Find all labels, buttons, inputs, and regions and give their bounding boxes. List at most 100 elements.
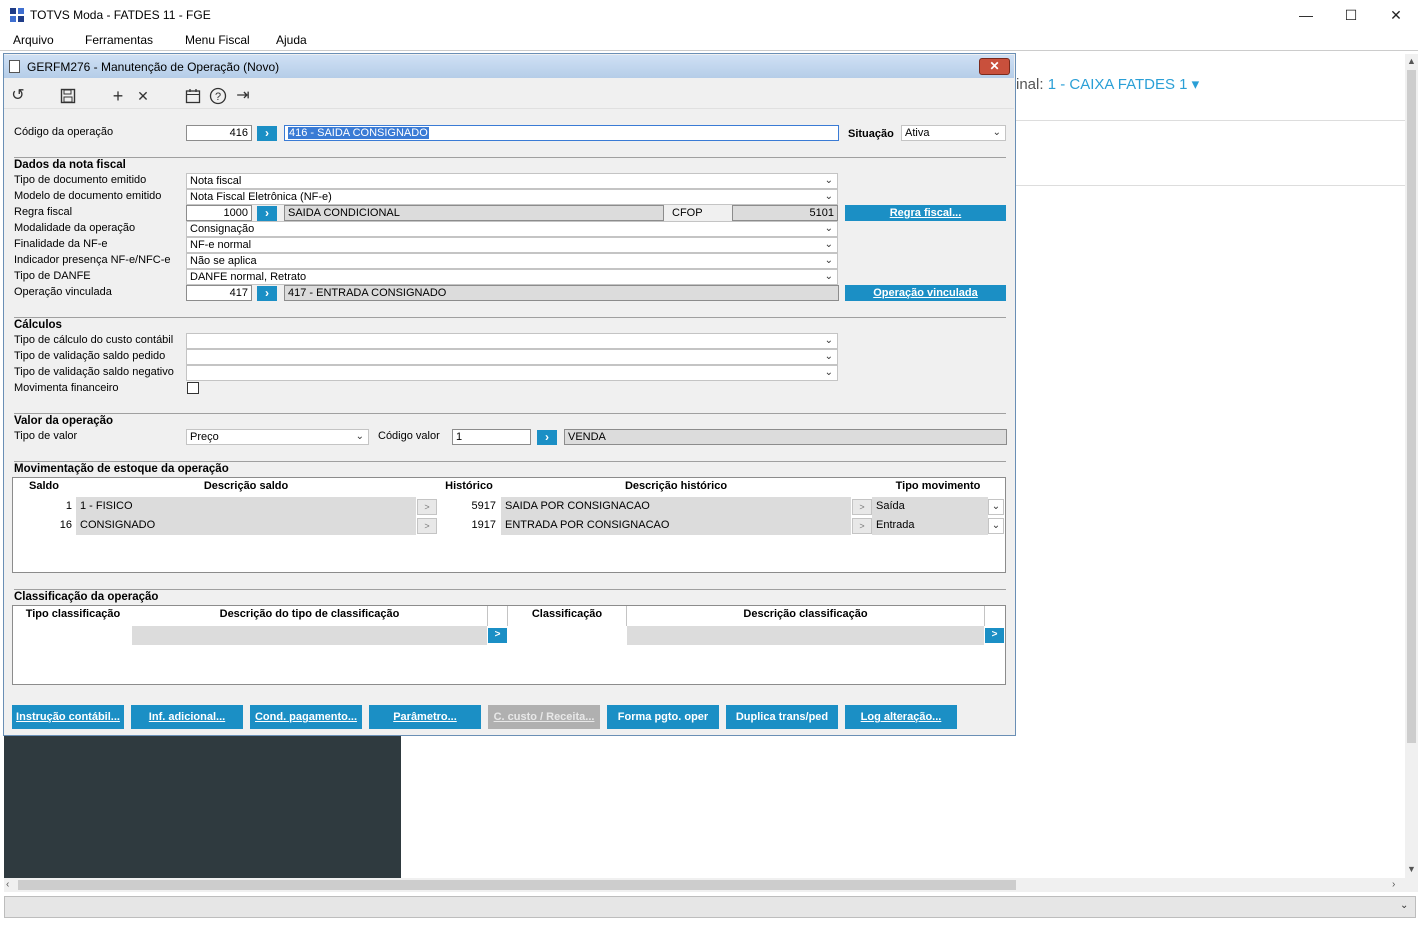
- dark-panel: [4, 735, 401, 878]
- section-divider: [14, 317, 1006, 318]
- tipo-valor-label: Tipo de valor: [14, 430, 78, 442]
- tipo-documento-select[interactable]: Nota fiscal ⌄: [186, 173, 838, 189]
- scroll-left-icon[interactable]: ‹: [6, 879, 9, 890]
- finalidade-select[interactable]: NF-e normal ⌄: [186, 237, 838, 253]
- exit-icon[interactable]: ⇥: [233, 86, 253, 106]
- scroll-up-icon[interactable]: ▲: [1407, 56, 1416, 66]
- finalidade-label: Finalidade da NF-e: [14, 238, 108, 250]
- menu-arquivo[interactable]: Arquivo: [13, 33, 54, 47]
- operacao-vinculada-lookup-button[interactable]: ›: [257, 286, 277, 301]
- cell-descricao-classificacao: [627, 626, 984, 645]
- codigo-operacao-lookup-button[interactable]: ›: [257, 126, 277, 141]
- modelo-documento-select[interactable]: Nota Fiscal Eletrônica (NF-e) ⌄: [186, 189, 838, 205]
- saldo-pedido-select[interactable]: ⌄: [186, 349, 838, 365]
- col-descricao-classificacao: Descrição classificação: [743, 608, 868, 620]
- help-icon[interactable]: ?: [208, 86, 228, 106]
- saldo-negativo-select[interactable]: ⌄: [186, 365, 838, 381]
- minimize-button[interactable]: —: [1283, 0, 1329, 30]
- operacao-vinculada-button[interactable]: Operação vinculada: [845, 285, 1006, 301]
- parametro-button[interactable]: Parâmetro...: [369, 705, 481, 729]
- codigo-operacao-description[interactable]: 416 - SAIDA CONSIGNADO: [284, 125, 839, 141]
- dialog-title: GERFM276 - Manutenção de Operação (Novo): [27, 60, 280, 74]
- situacao-label: Situação: [848, 128, 894, 140]
- section-calculos: Cálculos: [14, 319, 62, 331]
- regra-fiscal-lookup-button[interactable]: ›: [257, 206, 277, 221]
- col-classificacao: Classificação: [531, 608, 603, 620]
- scroll-right-icon[interactable]: ›: [1392, 879, 1395, 890]
- column-divider: [984, 606, 985, 626]
- log-alteracao-button[interactable]: Log alteração...: [845, 705, 957, 729]
- cond-pagamento-button[interactable]: Cond. pagamento...: [250, 705, 362, 729]
- maximize-button[interactable]: ☐: [1328, 0, 1374, 30]
- finalidade-value: NF-e normal: [190, 239, 252, 251]
- row-lookup-button[interactable]: >: [488, 628, 507, 643]
- codigo-valor-input[interactable]: 1: [452, 429, 531, 445]
- section-valor-operacao: Valor da operação: [14, 415, 114, 427]
- cell-tipo-movimento[interactable]: Entrada: [872, 516, 988, 535]
- operacao-vinculada-input[interactable]: 417: [186, 285, 252, 301]
- tipo-valor-select[interactable]: Preço ⌄: [186, 429, 369, 445]
- duplica-button[interactable]: Duplica trans/ped: [726, 705, 838, 729]
- chevron-down-icon: ⌄: [824, 335, 833, 346]
- menu-ajuda[interactable]: Ajuda: [276, 33, 307, 47]
- cell-tipo-movimento[interactable]: Saída: [872, 497, 988, 516]
- chevron-down-icon: ⌄: [355, 431, 364, 442]
- section-divider: [14, 461, 1006, 462]
- svg-text:?: ?: [215, 91, 221, 103]
- chevron-down-icon[interactable]: ⌄: [988, 499, 1004, 515]
- cfop-value: 5101: [732, 205, 838, 221]
- regra-fiscal-description: SAIDA CONDICIONAL: [284, 205, 664, 221]
- chevron-down-icon: ⌄: [824, 239, 833, 250]
- save-icon[interactable]: [58, 86, 78, 106]
- regra-fiscal-button[interactable]: Regra fiscal...: [845, 205, 1006, 221]
- codigo-valor-lookup-button[interactable]: ›: [537, 430, 557, 445]
- inf-adicional-button[interactable]: Inf. adicional...: [131, 705, 243, 729]
- row-lookup-button[interactable]: >: [852, 499, 872, 515]
- custo-contabil-select[interactable]: ⌄: [186, 333, 838, 349]
- section-divider: [14, 413, 1006, 414]
- refresh-icon[interactable]: ↺: [8, 86, 28, 106]
- situacao-select[interactable]: Ativa ⌄: [901, 125, 1006, 141]
- divider: [1016, 185, 1406, 186]
- row-lookup-button[interactable]: >: [852, 518, 872, 534]
- col-descricao-saldo: Descrição saldo: [203, 480, 289, 492]
- tipo-danfe-select[interactable]: DANFE normal, Retrato ⌄: [186, 269, 838, 285]
- instrucao-contabil-button[interactable]: Instrução contábil...: [12, 705, 124, 729]
- cell-descricao-saldo: 1 - FISICO: [76, 497, 416, 516]
- horizontal-scroll-thumb[interactable]: [18, 880, 1016, 890]
- calendar-icon[interactable]: [183, 86, 203, 106]
- dialog-close-button[interactable]: ✕: [979, 58, 1010, 75]
- operacao-vinculada-label: Operação vinculada: [14, 286, 112, 298]
- scroll-down-icon[interactable]: ▼: [1407, 864, 1416, 874]
- saldo-pedido-label: Tipo de validação saldo pedido: [14, 350, 166, 362]
- codigo-operacao-input[interactable]: 416: [186, 125, 252, 141]
- vertical-scroll-thumb[interactable]: [1407, 70, 1416, 743]
- close-button[interactable]: ✕: [1373, 0, 1418, 30]
- modalidade-value: Consignação: [190, 223, 255, 235]
- menu-menu-fiscal[interactable]: Menu Fiscal: [185, 33, 250, 47]
- movimenta-financeiro-label: Movimenta financeiro: [14, 382, 119, 394]
- regra-fiscal-input[interactable]: 1000: [186, 205, 252, 221]
- chevron-down-icon[interactable]: ⌄: [988, 518, 1004, 534]
- chevron-down-icon: ⌄: [992, 127, 1001, 138]
- movimenta-financeiro-checkbox[interactable]: [187, 382, 199, 394]
- chevron-down-icon: ⌄: [824, 191, 833, 202]
- indicador-presenca-select[interactable]: Não se aplica ⌄: [186, 253, 838, 269]
- add-icon[interactable]: +: [108, 86, 128, 106]
- custo-receita-button[interactable]: C. custo / Receita...: [488, 705, 600, 729]
- forma-pgto-button[interactable]: Forma pgto. oper: [607, 705, 719, 729]
- chevron-down-icon: ⌄: [824, 271, 833, 282]
- row-lookup-button[interactable]: >: [985, 628, 1004, 643]
- cell-historico: 1917: [440, 516, 500, 535]
- modalidade-select[interactable]: Consignação ⌄: [186, 221, 838, 237]
- menu-ferramentas[interactable]: Ferramentas: [85, 33, 153, 47]
- custo-contabil-label: Tipo de cálculo do custo contábil: [14, 334, 174, 346]
- terminal-indicator[interactable]: inal: 1 - CAIXA FATDES 1 ▾: [1016, 75, 1199, 93]
- row-lookup-button[interactable]: >: [417, 518, 437, 534]
- chevron-down-icon[interactable]: ⌄: [1400, 900, 1408, 911]
- delete-icon[interactable]: ✕: [133, 86, 153, 106]
- tipo-valor-value: Preço: [190, 431, 219, 443]
- column-divider: [626, 606, 627, 626]
- row-lookup-button[interactable]: >: [417, 499, 437, 515]
- window-title: TOTVS Moda - FATDES 11 - FGE: [30, 8, 211, 22]
